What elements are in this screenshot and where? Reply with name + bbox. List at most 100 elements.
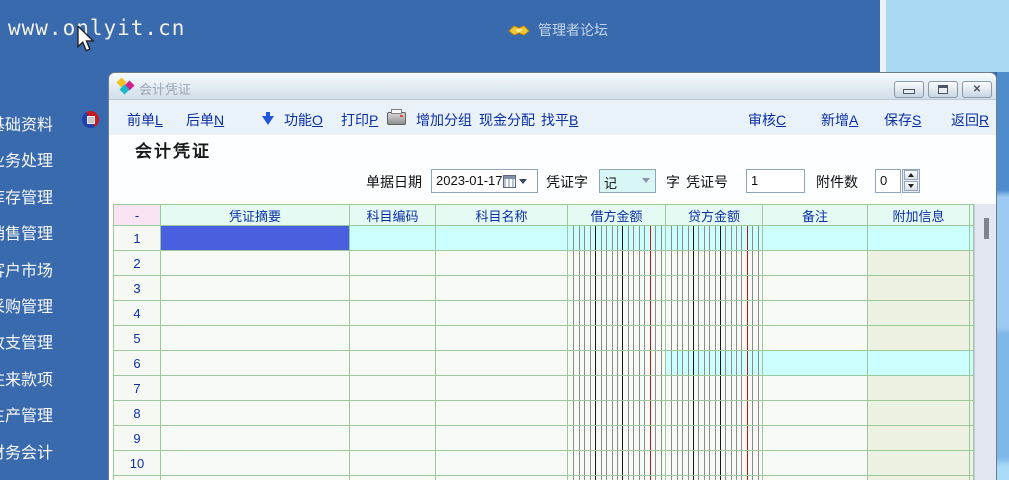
toolbar-button-保存[interactable]: 保存S [884, 110, 921, 130]
grid-cell[interactable] [666, 476, 763, 480]
toolbar-button-增加分组[interactable]: 增加分组 [416, 110, 472, 130]
sidebar-item-5[interactable]: 采购管理 [0, 293, 79, 317]
grid-cell[interactable] [161, 451, 350, 476]
minimize-button[interactable] [894, 81, 924, 98]
grid-cell[interactable] [868, 326, 970, 351]
grid-cell[interactable] [161, 376, 350, 401]
grid-cell[interactable] [666, 251, 763, 276]
grid-cell[interactable] [763, 301, 868, 326]
grid-cell[interactable] [666, 226, 763, 251]
column-header-科目编码[interactable]: 科目编码 [350, 205, 436, 226]
grid-cell[interactable] [763, 276, 868, 301]
grid-cell[interactable] [763, 451, 868, 476]
sidebar-item-3[interactable]: 销售管理 [0, 220, 79, 244]
grid-cell[interactable] [763, 351, 868, 376]
grid-cell[interactable] [868, 251, 970, 276]
sidebar-item-6[interactable]: 收支管理 [0, 329, 79, 353]
toolbar-button-打印[interactable]: 打印P [341, 110, 378, 130]
grid-cell[interactable] [568, 251, 666, 276]
grid-cell[interactable] [868, 276, 970, 301]
grid-cell[interactable] [350, 451, 436, 476]
grid-cell[interactable] [763, 376, 868, 401]
grid-cell[interactable] [763, 426, 868, 451]
column-header-科目名称[interactable]: 科目名称 [436, 205, 568, 226]
grid-cell[interactable] [868, 426, 970, 451]
attachment-count-input[interactable]: 0 [875, 169, 901, 193]
grid-cell[interactable] [350, 226, 436, 251]
grid-cell[interactable] [436, 376, 568, 401]
grid-cell[interactable] [436, 326, 568, 351]
grid-cell[interactable] [868, 451, 970, 476]
grid-cell[interactable] [161, 426, 350, 451]
grid-cell[interactable] [350, 426, 436, 451]
grid-cell[interactable] [568, 426, 666, 451]
grid-cell[interactable] [763, 326, 868, 351]
grid-cell[interactable] [568, 376, 666, 401]
grid-cell[interactable] [350, 326, 436, 351]
voucher-number-input[interactable]: 1 [746, 169, 805, 193]
toolbar-button-现金分配[interactable]: 现金分配 [479, 110, 535, 130]
printer-icon[interactable] [387, 112, 406, 125]
sidebar-item-1[interactable]: 业务处理 [0, 147, 79, 171]
down-arrow-icon[interactable] [262, 116, 274, 125]
grid-cell[interactable] [868, 301, 970, 326]
grid-cell[interactable] [868, 376, 970, 401]
grid-cell[interactable] [350, 251, 436, 276]
grid-cell[interactable] [666, 301, 763, 326]
grid-cell[interactable] [436, 226, 568, 251]
grid-cell[interactable] [436, 426, 568, 451]
grid-cell[interactable] [868, 401, 970, 426]
grid-cell[interactable] [161, 401, 350, 426]
column-header-rownum[interactable]: - [114, 205, 161, 226]
grid-cell[interactable] [350, 276, 436, 301]
close-button[interactable]: ✕ [962, 81, 992, 98]
grid-cell[interactable] [436, 251, 568, 276]
grid-cell[interactable] [568, 276, 666, 301]
toolbar-button-后单[interactable]: 后单N [186, 110, 224, 130]
forum-link[interactable]: 管理者论坛 [508, 20, 608, 40]
grid-cell[interactable] [666, 351, 763, 376]
grid-cell[interactable] [666, 276, 763, 301]
grid-cell[interactable] [568, 476, 666, 480]
grid-cell[interactable] [763, 401, 868, 426]
grid-cell[interactable] [161, 351, 350, 376]
stepper-down-button[interactable] [904, 181, 918, 191]
toolbar-button-功能[interactable]: 功能O [284, 110, 323, 130]
stepper-up-button[interactable] [904, 170, 918, 180]
sidebar-item-7[interactable]: 往来款项 [0, 366, 79, 390]
grid-cell[interactable] [436, 401, 568, 426]
grid-cell[interactable] [868, 476, 970, 480]
sidebar-item-8[interactable]: 生产管理 [0, 402, 79, 426]
sidebar-item-2[interactable]: 库存管理 [0, 184, 79, 208]
grid-cell[interactable] [666, 426, 763, 451]
grid-cell[interactable] [436, 451, 568, 476]
grid-cell[interactable] [161, 476, 350, 480]
grid-cell[interactable] [666, 451, 763, 476]
grid-cell[interactable] [568, 451, 666, 476]
sidebar-item-0[interactable]: 基础资料 [0, 111, 79, 135]
grid-cell[interactable] [568, 401, 666, 426]
column-header-附加信息[interactable]: 附加信息 [868, 205, 970, 226]
grid-cell[interactable] [350, 301, 436, 326]
grid-cell[interactable] [436, 476, 568, 480]
grid-cell[interactable] [568, 326, 666, 351]
grid-cell[interactable] [666, 326, 763, 351]
column-header-备注[interactable]: 备注 [763, 205, 868, 226]
calendar-picker-button[interactable] [503, 172, 533, 190]
voucher-word-select[interactable]: 记 [599, 169, 656, 193]
grid-cell[interactable] [568, 226, 666, 251]
grid-cell[interactable] [868, 226, 970, 251]
maximize-button[interactable] [928, 81, 958, 98]
toolbar-button-返回[interactable]: 返回R [951, 110, 989, 130]
grid-cell[interactable] [350, 476, 436, 480]
column-header-借方金额[interactable]: 借方金额 [568, 205, 666, 226]
grid-cell[interactable] [350, 401, 436, 426]
grid-cell[interactable] [161, 301, 350, 326]
window-titlebar[interactable]: 会计凭证 ✕ [109, 73, 996, 100]
grid-cell[interactable] [666, 376, 763, 401]
sidebar-item-4[interactable]: 客户市场 [0, 257, 79, 281]
grid-cell[interactable] [350, 376, 436, 401]
grid-cell[interactable] [666, 401, 763, 426]
grid-cell[interactable] [436, 276, 568, 301]
grid-cell[interactable] [868, 351, 970, 376]
